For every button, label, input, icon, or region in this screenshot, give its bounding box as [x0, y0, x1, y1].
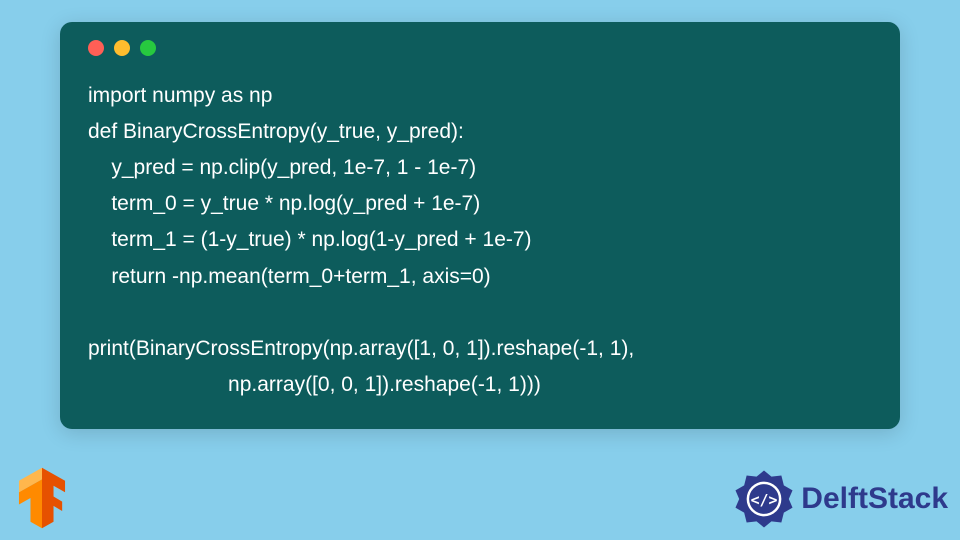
minimize-dot-icon	[114, 40, 130, 56]
svg-text:</>: </>	[751, 491, 778, 509]
close-dot-icon	[88, 40, 104, 56]
maximize-dot-icon	[140, 40, 156, 56]
tensorflow-logo-icon	[6, 462, 78, 534]
delftstack-logo: </> DelftStack	[733, 468, 948, 530]
delftstack-badge-icon: </>	[733, 468, 795, 530]
delftstack-label: DelftStack	[801, 482, 948, 516]
code-block: import numpy as np def BinaryCrossEntrop…	[88, 78, 872, 403]
code-window: import numpy as np def BinaryCrossEntrop…	[60, 22, 900, 429]
window-controls	[88, 40, 872, 56]
